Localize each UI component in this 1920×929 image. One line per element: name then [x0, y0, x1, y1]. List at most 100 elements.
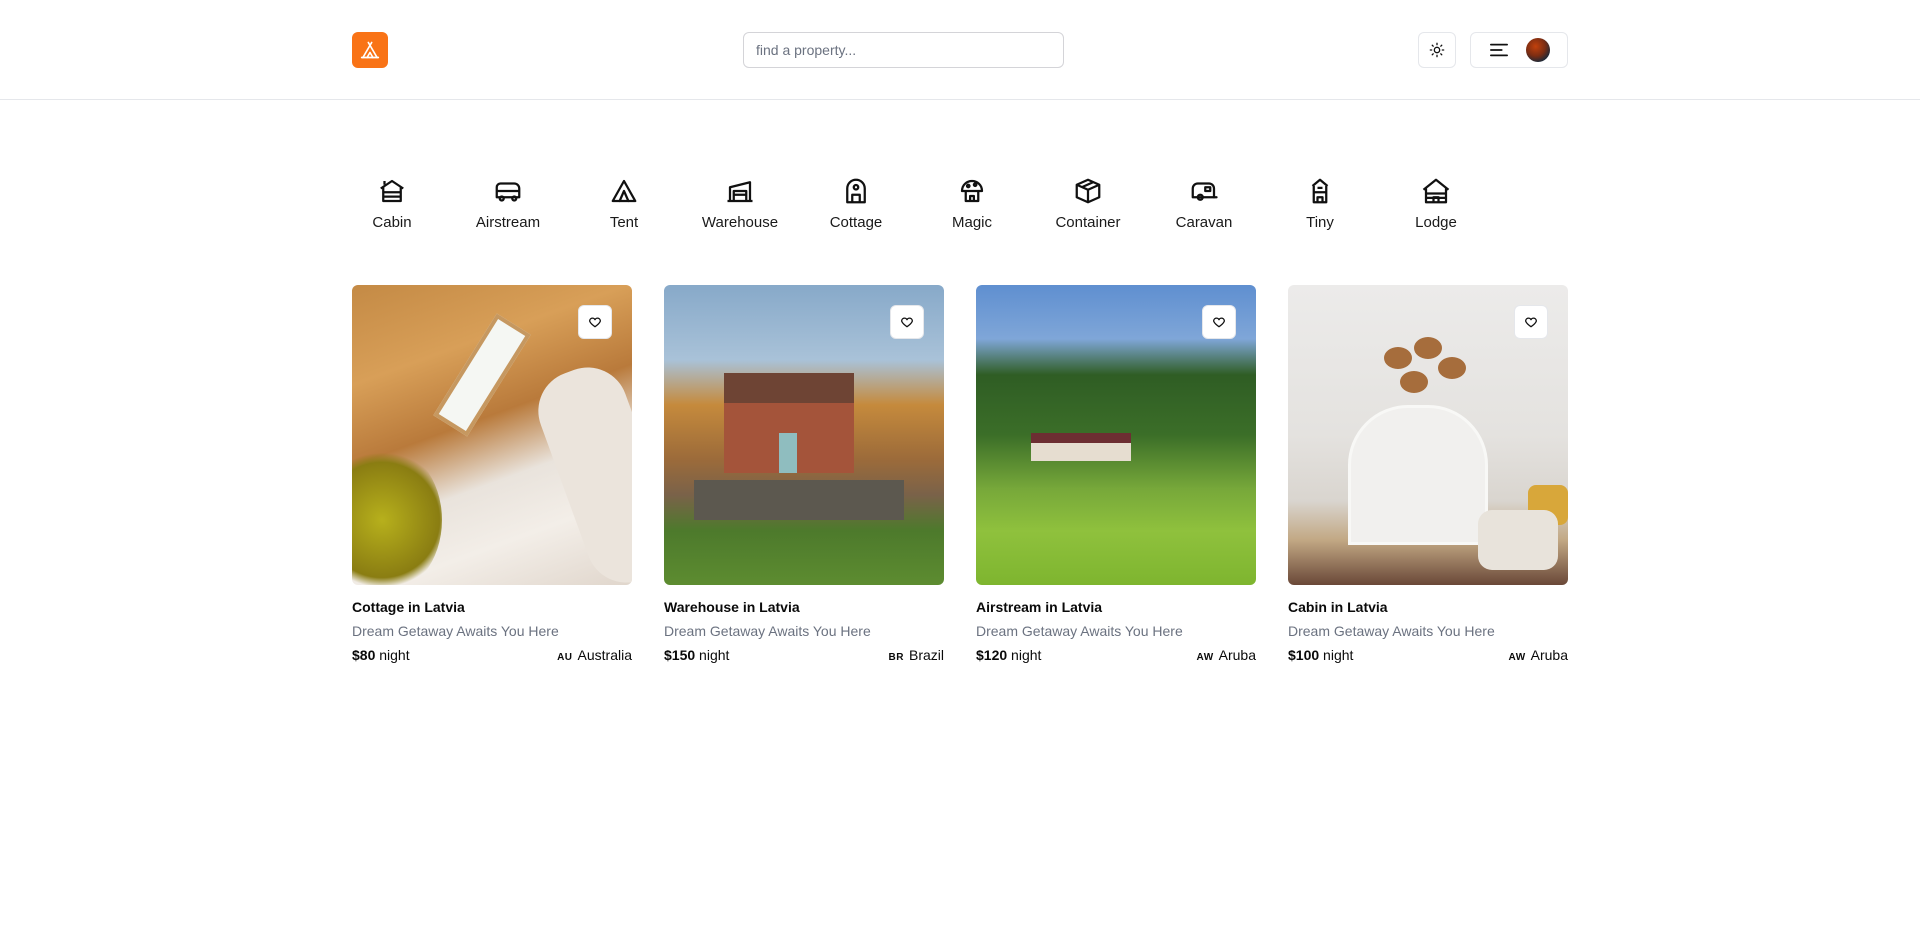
price-amount: $120: [976, 647, 1008, 663]
property-price: $100 night: [1288, 647, 1353, 663]
cottage-icon: [846, 178, 866, 204]
property-price: $150 night: [664, 647, 729, 663]
property-card[interactable]: Warehouse in Latvia Dream Getaway Awaits…: [664, 285, 944, 663]
price-amount: $100: [1288, 647, 1320, 663]
category-label: Airstream: [475, 214, 541, 231]
theme-toggle-button[interactable]: [1418, 32, 1456, 68]
category-magic[interactable]: Magic: [932, 172, 1012, 242]
navbar: [0, 0, 1920, 100]
container-icon: [1075, 178, 1101, 204]
photo-detail: [694, 480, 904, 520]
price-unit: night: [379, 647, 410, 663]
property-footer: $120 night AW Aruba: [976, 647, 1256, 663]
magic-house-icon: [960, 179, 984, 203]
property-country: BR Brazil: [889, 647, 944, 663]
property-card[interactable]: Airstream in Latvia Dream Getaway Awaits…: [976, 285, 1256, 663]
photo-detail: [433, 313, 531, 437]
category-airstream[interactable]: Airstream: [468, 172, 548, 242]
tent-icon: [360, 41, 380, 59]
property-photo[interactable]: [1288, 285, 1568, 585]
property-tagline: Dream Getaway Awaits You Here: [664, 623, 871, 639]
category-label: Magic: [951, 214, 992, 231]
category-tent[interactable]: Tent: [584, 172, 664, 242]
photo-detail: [1400, 371, 1428, 393]
property-tagline: Dream Getaway Awaits You Here: [1288, 623, 1495, 639]
country-name: Aruba: [1530, 647, 1568, 663]
photo-detail: [352, 445, 442, 585]
category-caravan[interactable]: Caravan: [1164, 172, 1244, 242]
photo-detail: [1384, 347, 1412, 369]
price-unit: night: [1323, 647, 1354, 663]
lodge-icon: [1422, 178, 1450, 204]
property-country: AW Aruba: [1509, 647, 1568, 663]
price-unit: night: [1011, 647, 1042, 663]
country-code: AU: [557, 652, 573, 663]
property-title[interactable]: Warehouse in Latvia: [664, 599, 944, 615]
category-cabin[interactable]: Cabin: [352, 172, 432, 242]
category-label: Tent: [609, 214, 639, 231]
navbar-inner: [352, 32, 1568, 69]
user-avatar: [1526, 38, 1550, 62]
tiny-house-icon: [1311, 178, 1329, 204]
country-name: Brazil: [908, 647, 944, 663]
category-container[interactable]: Container: [1048, 172, 1128, 242]
category-label: Container: [1055, 214, 1121, 231]
category-bar: Cabin Airstream Tent Warehouse Cottage M…: [352, 172, 1568, 242]
property-photo[interactable]: [664, 285, 944, 585]
favorite-button[interactable]: [890, 305, 924, 339]
category-warehouse[interactable]: Warehouse: [700, 172, 780, 242]
property-title[interactable]: Cabin in Latvia: [1288, 599, 1568, 615]
property-title[interactable]: Airstream in Latvia: [976, 599, 1256, 615]
category-tiny[interactable]: Tiny: [1280, 172, 1360, 242]
category-lodge[interactable]: Lodge: [1396, 172, 1476, 242]
heart-icon: [1213, 317, 1225, 328]
property-price: $80 night: [352, 647, 410, 663]
country-name: Australia: [577, 647, 632, 663]
category-label: Tiny: [1306, 214, 1334, 231]
heart-icon: [901, 317, 913, 328]
property-price: $120 night: [976, 647, 1041, 663]
menu-lines-icon: [1490, 43, 1509, 57]
heart-icon: [1525, 317, 1537, 328]
heart-icon: [589, 317, 601, 328]
price-unit: night: [699, 647, 730, 663]
caravan-icon: [1191, 182, 1218, 201]
property-footer: $80 night AU Australia: [352, 647, 632, 663]
home-logo[interactable]: [352, 32, 388, 68]
sun-icon: [1429, 42, 1445, 58]
country-code: AW: [1196, 652, 1214, 663]
price-amount: $150: [664, 647, 696, 663]
property-card[interactable]: Cottage in Latvia Dream Getaway Awaits Y…: [352, 285, 632, 663]
property-tagline: Dream Getaway Awaits You Here: [352, 623, 559, 639]
property-photo[interactable]: [352, 285, 632, 585]
category-cottage[interactable]: Cottage: [816, 172, 896, 242]
favorite-button[interactable]: [1202, 305, 1236, 339]
cabin-icon: [380, 179, 404, 203]
photo-detail: [1438, 357, 1466, 379]
search-input[interactable]: [743, 32, 1064, 68]
property-footer: $150 night BR Brazil: [664, 647, 944, 663]
category-label: Lodge: [1415, 214, 1457, 231]
photo-detail: [527, 356, 632, 585]
favorite-button[interactable]: [578, 305, 612, 339]
category-label: Cottage: [829, 214, 883, 231]
property-country: AU Australia: [557, 647, 632, 663]
country-code: BR: [888, 652, 904, 663]
category-label: Warehouse: [701, 214, 779, 231]
favorite-button[interactable]: [1514, 305, 1548, 339]
user-menu-button[interactable]: [1470, 32, 1568, 68]
property-photo[interactable]: [976, 285, 1256, 585]
category-label: Caravan: [1175, 214, 1233, 231]
photo-detail: [1414, 337, 1442, 359]
price-amount: $80: [352, 647, 376, 663]
property-footer: $100 night AW Aruba: [1288, 647, 1568, 663]
photo-detail: [1031, 433, 1131, 461]
property-card[interactable]: Cabin in Latvia Dream Getaway Awaits You…: [1288, 285, 1568, 663]
category-label: Cabin: [372, 214, 412, 231]
property-tagline: Dream Getaway Awaits You Here: [976, 623, 1183, 639]
country-name: Aruba: [1218, 647, 1256, 663]
photo-detail: [779, 433, 797, 473]
airstream-icon: [495, 182, 521, 202]
country-code: AW: [1508, 652, 1526, 663]
property-title[interactable]: Cottage in Latvia: [352, 599, 632, 615]
